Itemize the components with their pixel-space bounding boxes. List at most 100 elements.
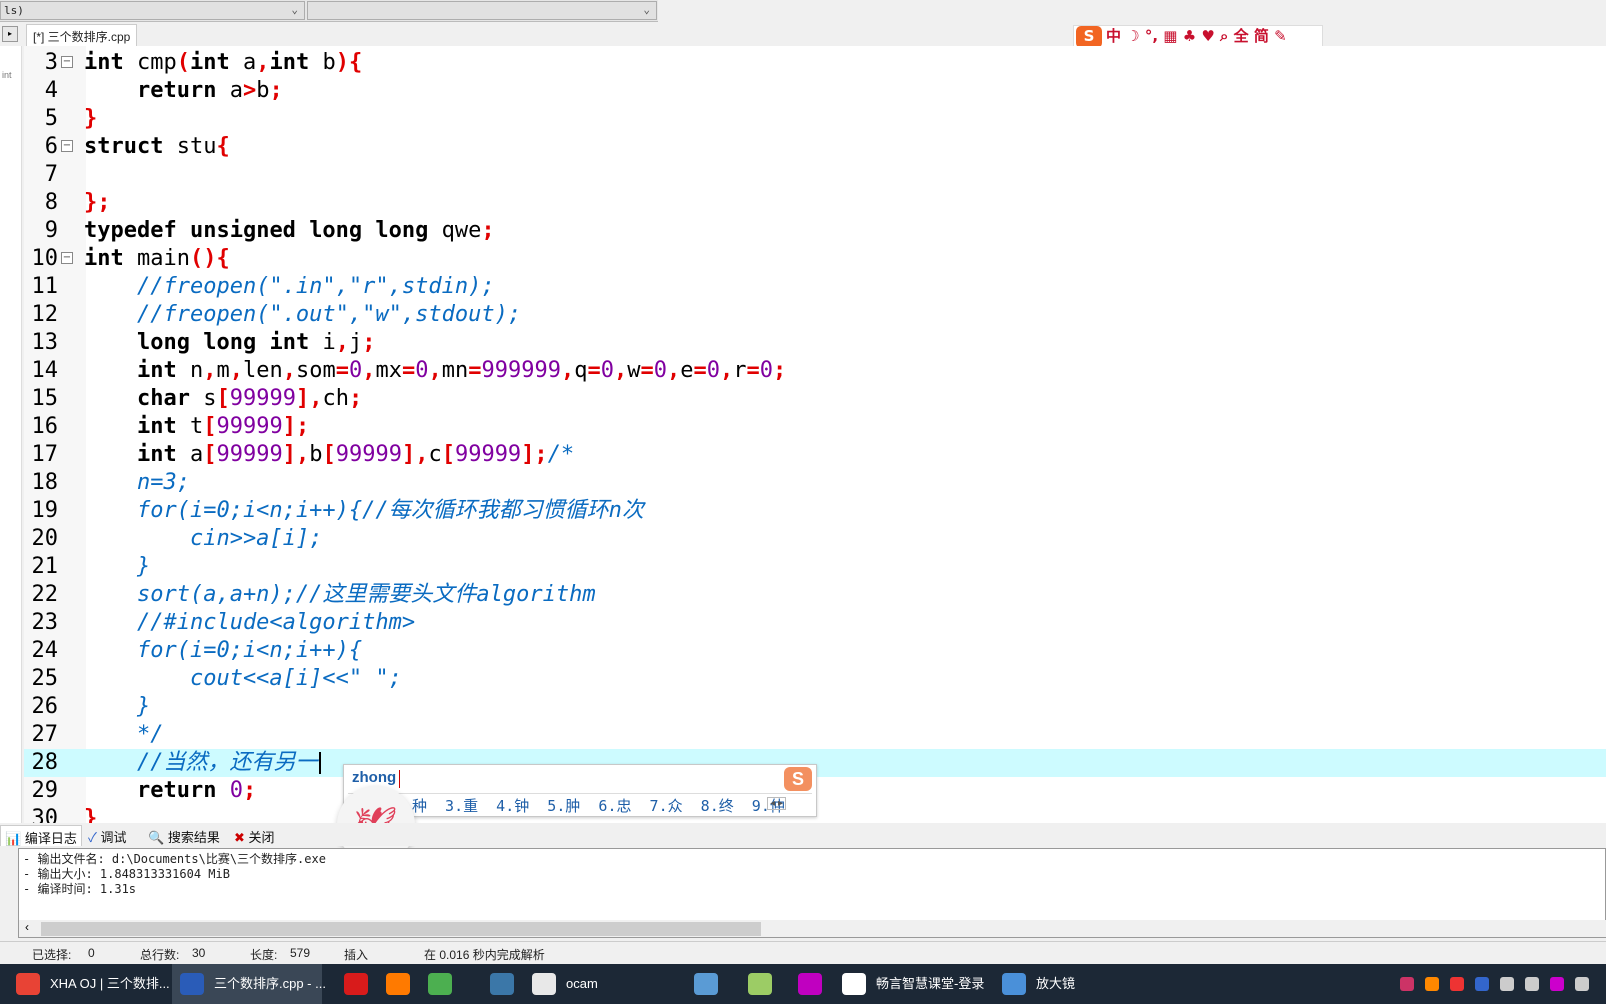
code-token: cout<<a[i]<<" "; bbox=[84, 666, 402, 691]
code-token: mx bbox=[375, 358, 402, 383]
code-token: //freopen(".in","r",stdin); bbox=[136, 274, 495, 299]
fold-minus-icon[interactable]: − bbox=[61, 140, 73, 152]
tab-search-results[interactable]: 🔍 搜索结果 bbox=[144, 825, 224, 846]
code-line[interactable]: 7 bbox=[24, 161, 1606, 189]
code-text: //当然，还有另一 bbox=[84, 749, 322, 777]
code-line[interactable]: 14 int n,m,len,som=0,mx=0,mn=999999,q=0,… bbox=[24, 357, 1606, 385]
code-text: long long int i,j; bbox=[84, 329, 375, 357]
scroll-tabs-button[interactable]: ▸ bbox=[2, 26, 18, 42]
code-line[interactable]: 12 //freopen(".out","w",stdout); bbox=[24, 301, 1606, 329]
tab-debug[interactable]: ✓ 调试 bbox=[84, 825, 131, 846]
code-line[interactable]: 11 //freopen(".in","r",stdin); bbox=[24, 273, 1606, 301]
taskbar-item[interactable] bbox=[740, 964, 780, 1004]
line-number: 5 bbox=[44, 106, 58, 131]
function-combo[interactable]: ⌄ bbox=[307, 1, 657, 20]
taskbar-item[interactable] bbox=[686, 964, 726, 1004]
tray-icon[interactable] bbox=[1500, 977, 1514, 991]
code-line[interactable]: 10− int main(){ bbox=[24, 245, 1606, 273]
code-token: = bbox=[587, 358, 601, 383]
tray-icon[interactable] bbox=[1450, 977, 1464, 991]
code-token: qwe bbox=[428, 218, 482, 243]
taskbar-item[interactable]: ocam bbox=[524, 964, 604, 1004]
code-token: //freopen(".out","w",stdout); bbox=[136, 302, 522, 327]
code-line[interactable]: 26 } bbox=[24, 693, 1606, 721]
code-token: main bbox=[123, 246, 190, 271]
code-line[interactable]: 20 cin>>a[i]; bbox=[24, 525, 1606, 553]
code-token: 0 bbox=[759, 358, 773, 383]
taskbar-item[interactable]: XHA OJ | 三个数排... bbox=[8, 964, 170, 1004]
code-token: 0 bbox=[600, 358, 614, 383]
code-token: int bbox=[269, 50, 310, 75]
code-token: } bbox=[84, 694, 151, 719]
code-line[interactable]: 6− struct stu{ bbox=[24, 133, 1606, 161]
code-line[interactable]: 4 return a>b; bbox=[24, 77, 1606, 105]
ime-toolbar[interactable]: S中 ☽ °, ▦ ♣ ♥ ⌕ 全 简 ✎ bbox=[1073, 25, 1323, 48]
divider bbox=[348, 793, 812, 794]
python-icon bbox=[490, 973, 514, 995]
tray-icon[interactable] bbox=[1475, 977, 1489, 991]
tab-compile-log[interactable]: 📊 编译日志 bbox=[0, 825, 82, 846]
taskbar-item[interactable] bbox=[378, 964, 418, 1004]
status-bar: 已选择: 0 总行数: 30 长度: 579 插入 在 0.016 秒内完成解析 bbox=[0, 941, 1606, 963]
line-number: 16 bbox=[31, 414, 59, 439]
code-line[interactable]: 23 //#include<algorithm> bbox=[24, 609, 1606, 637]
code-token: i bbox=[309, 330, 336, 355]
code-token: 999999 bbox=[481, 358, 561, 383]
code-line[interactable]: 8}; bbox=[24, 189, 1606, 217]
taskbar-item[interactable] bbox=[790, 964, 830, 1004]
code-line[interactable]: 5} bbox=[24, 105, 1606, 133]
line-number: 15 bbox=[31, 386, 59, 411]
code-token: unsigned bbox=[189, 218, 296, 243]
code-token: w bbox=[627, 358, 641, 383]
code-line[interactable]: 15 char s[99999],ch; bbox=[24, 385, 1606, 413]
tray-icon[interactable] bbox=[1400, 977, 1414, 991]
scroll-left-icon[interactable]: ‹ bbox=[25, 920, 29, 934]
taskbar-item[interactable] bbox=[482, 964, 522, 1004]
tray-icon[interactable] bbox=[1425, 977, 1439, 991]
code-line[interactable]: 17 int a[99999],b[99999],c[99999];/* bbox=[24, 441, 1606, 469]
taskbar-item[interactable]: 放大镜 bbox=[994, 964, 1084, 1004]
taskbar-label: XHA OJ | 三个数排... bbox=[50, 976, 170, 991]
code-line[interactable]: 25 cout<<a[i]<<" "; bbox=[24, 665, 1606, 693]
taskbar-item[interactable]: 三个数排序.cpp - ... bbox=[172, 964, 326, 1004]
tray-icon[interactable] bbox=[1525, 977, 1539, 991]
tray-icon[interactable] bbox=[1575, 977, 1589, 991]
magnifier-icon bbox=[1002, 973, 1026, 995]
taskbar-item[interactable]: 畅言智慧课堂-登录 bbox=[834, 964, 984, 1004]
code-line[interactable]: 19 for(i=0;i<n;i++){//每次循环我都习惯循环n次 bbox=[24, 497, 1606, 525]
taskbar-label: ocam bbox=[566, 976, 598, 991]
taskbar-item[interactable] bbox=[420, 964, 464, 1004]
code-line[interactable]: 18 n=3; bbox=[24, 469, 1606, 497]
code-line[interactable]: 3− int cmp(int a,int b){ bbox=[24, 49, 1606, 77]
code-line[interactable]: 9 typedef unsigned long long qwe; bbox=[24, 217, 1606, 245]
code-text: for(i=0;i<n;i++){//每次循环我都习惯循环n次 bbox=[84, 497, 644, 525]
class-combo[interactable]: ls) ⌄ bbox=[0, 1, 305, 20]
code-token: c bbox=[428, 442, 442, 467]
fold-minus-icon[interactable]: − bbox=[61, 252, 73, 264]
tab-file[interactable]: [*] 三个数排序.cpp bbox=[26, 24, 138, 46]
code-line[interactable]: 27 */ bbox=[24, 721, 1606, 749]
candidate-list[interactable]: 种 3.重 4.钟 5.肿 6.忠 7.众 8.终 9.仲 bbox=[412, 795, 785, 816]
code-text: int n,m,len,som=0,mx=0,mn=999999,q=0,w=0… bbox=[84, 357, 786, 385]
chevron-down-icon: ⌄ bbox=[643, 3, 650, 16]
tray-icon[interactable] bbox=[1550, 977, 1564, 991]
code-token: a bbox=[229, 50, 257, 75]
code-line[interactable]: 16 int t[99999]; bbox=[24, 413, 1606, 441]
scrollbar-thumb[interactable] bbox=[41, 922, 761, 936]
code-editor[interactable]: 3− int cmp(int a,int b){4 return a>b; 5} 6−… bbox=[24, 46, 1606, 832]
fold-minus-icon[interactable]: − bbox=[61, 56, 73, 68]
tab-close[interactable]: ✖ 关闭 bbox=[230, 825, 279, 846]
code-token: m bbox=[216, 358, 230, 383]
code-token: = bbox=[640, 358, 654, 383]
code-line[interactable]: 22 sort(a,a+n);//这里需要头文件algorithm bbox=[24, 581, 1606, 609]
code-token: a bbox=[216, 78, 243, 103]
code-token: for(i=0;i<n;i++){//每次循环我都习惯循环n次 bbox=[84, 498, 644, 523]
code-line[interactable]: 24 for(i=0;i<n;i++){ bbox=[24, 637, 1606, 665]
page-nav-arrows[interactable]: ◂ ▸ bbox=[767, 797, 786, 810]
line-number: 10 bbox=[31, 246, 59, 271]
code-line[interactable]: 13 long long int i,j; bbox=[24, 329, 1606, 357]
line-number: 22 bbox=[31, 582, 59, 607]
taskbar-item[interactable] bbox=[336, 964, 376, 1004]
code-line[interactable]: 21 } bbox=[24, 553, 1606, 581]
